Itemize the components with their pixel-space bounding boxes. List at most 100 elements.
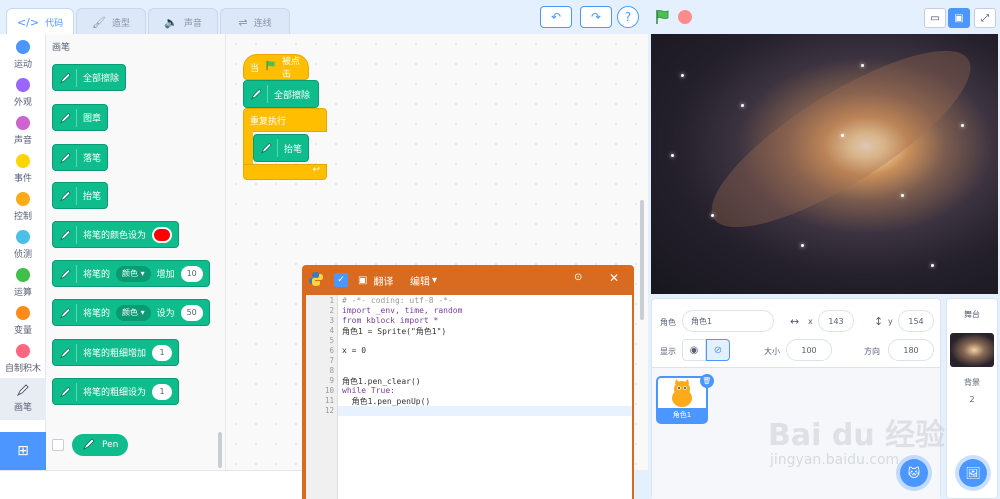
tab-connect[interactable]: ⇌ 连线 <box>220 8 290 35</box>
color-swatch[interactable] <box>152 226 173 243</box>
line-number: 3 <box>329 316 334 325</box>
star <box>961 124 964 127</box>
add-sprite-icon: 🐱 <box>907 466 921 480</box>
sync-checkbox[interactable]: ✓ <box>334 273 348 287</box>
direction-input[interactable]: 180 <box>888 339 934 361</box>
stage-canvas[interactable] <box>651 34 998 294</box>
stage-selector[interactable]: 舞台 背景 2 🖼 <box>946 298 998 499</box>
category-menu: 运动 外观 声音 事件 控制 侦测 运算 变量 自制积木 画笔 <box>0 34 46 432</box>
undo-button[interactable]: ↶ <box>540 6 572 28</box>
normal-stage-button[interactable]: ▣ <box>948 8 970 28</box>
palette-scrollbar[interactable] <box>218 432 222 468</box>
category-sensing[interactable]: 侦测 <box>0 226 46 264</box>
y-input[interactable]: 154 <box>898 310 934 332</box>
block-stamp[interactable]: 图章 <box>52 104 109 131</box>
show-button[interactable]: ◉ <box>682 339 706 361</box>
add-backdrop-button[interactable]: 🖼 <box>959 459 987 487</box>
backdrop-thumbnail[interactable] <box>950 333 994 367</box>
green-flag-button[interactable] <box>654 9 670 28</box>
category-control[interactable]: 控制 <box>0 188 46 226</box>
pen-icon <box>59 108 77 127</box>
tab-costumes[interactable]: 🖌 造型 <box>76 8 146 35</box>
category-my-blocks[interactable]: 自制积木 <box>0 340 46 378</box>
sprite-thumbnail[interactable]: 角色1 🗑 <box>656 374 714 424</box>
clear-block[interactable]: 全部擦除 <box>243 80 319 108</box>
help-button[interactable]: ? <box>617 6 639 28</box>
code-icon: </> <box>16 16 40 29</box>
code-editor[interactable]: 1 2 3 4 5 6 7 8 9 10 11 12 # -*- coding:… <box>306 295 632 499</box>
category-dot <box>16 192 30 206</box>
delete-sprite-button[interactable]: 🗑 <box>700 374 714 388</box>
small-stage-button[interactable]: ▭ <box>924 8 946 28</box>
pen-reporter[interactable]: Pen <box>72 434 129 456</box>
forever-block-arm <box>243 131 253 167</box>
translate-icon: ▣ <box>358 275 368 286</box>
category-label: 运动 <box>13 60 32 70</box>
reporter-checkbox[interactable] <box>52 439 64 451</box>
category-events[interactable]: 事件 <box>0 150 46 188</box>
category-pen[interactable]: 画笔 <box>0 378 46 420</box>
tab-sounds[interactable]: 🔈 声音 <box>148 8 218 35</box>
block-set-pen-size[interactable]: 将笔的粗细设为 1 <box>52 378 180 405</box>
edit-menu[interactable]: 编辑 ▾ <box>410 273 437 288</box>
block-pen-down[interactable]: 落笔 <box>52 144 109 171</box>
block-change-pen-param[interactable]: 将笔的 颜色 ▾ 增加 10 <box>52 260 210 287</box>
param-dropdown[interactable]: 颜色 ▾ <box>116 304 151 321</box>
category-looks[interactable]: 外观 <box>0 74 46 112</box>
number-input[interactable]: 50 <box>180 304 203 321</box>
add-backdrop-icon: 🖼 <box>965 466 981 480</box>
star <box>681 74 684 77</box>
block-set-pen-color[interactable]: 将笔的颜色设为 <box>52 221 180 248</box>
number-input[interactable]: 1 <box>152 344 173 361</box>
block-label: 将笔的 <box>83 270 111 280</box>
pen-up-block[interactable]: 抬笔 <box>253 134 309 162</box>
brush-icon: 🖌 <box>92 15 106 29</box>
category-label: 事件 <box>13 174 32 184</box>
block-set-pen-param[interactable]: 将笔的 颜色 ▾ 设为 50 <box>52 299 210 326</box>
add-extension-button[interactable]: ⊞ <box>0 432 46 470</box>
line-number: 9 <box>329 376 334 385</box>
category-dot <box>16 78 30 92</box>
undo-icon: ↶ <box>550 10 562 24</box>
script-scrollbar[interactable] <box>640 200 644 320</box>
block-label: 增加 <box>156 270 175 280</box>
block-label: 全部擦除 <box>274 90 311 101</box>
sprite-name-input[interactable]: 角色1 <box>682 310 774 332</box>
block-pen-up[interactable]: 抬笔 <box>52 182 109 209</box>
tab-code[interactable]: </> 代码 <box>6 8 74 36</box>
hide-button[interactable]: ⊘ <box>706 339 730 361</box>
pen-icon <box>260 139 278 157</box>
number-input[interactable]: 1 <box>152 383 173 400</box>
when-flag-clicked-block[interactable]: 当 被点击 <box>243 54 309 80</box>
close-button[interactable]: ✕ <box>609 271 619 285</box>
tab-label: 声音 <box>183 18 202 29</box>
pen-icon <box>250 85 268 103</box>
reporter-label: Pen <box>102 440 119 450</box>
translate-button[interactable]: ▣ 翻译 <box>358 273 393 288</box>
block-label: 将笔的粗细设为 <box>83 388 147 398</box>
category-motion[interactable]: 运动 <box>0 36 46 74</box>
block-label: 落笔 <box>83 154 102 164</box>
fullscreen-button[interactable]: ⤢ <box>974 8 996 28</box>
line-number: 5 <box>329 336 334 345</box>
add-sprite-button[interactable]: 🐱 <box>900 459 928 487</box>
category-sound[interactable]: 声音 <box>0 112 46 150</box>
block-change-pen-size[interactable]: 将笔的粗细增加 1 <box>52 339 180 366</box>
param-dropdown[interactable]: 颜色 ▾ <box>116 265 151 282</box>
size-input[interactable]: 100 <box>786 339 832 361</box>
forever-block[interactable]: 重复执行 <box>243 108 327 132</box>
category-label: 侦测 <box>13 250 32 260</box>
dropdown-value: 颜色 <box>122 269 139 278</box>
category-variables[interactable]: 变量 <box>0 302 46 340</box>
connect-icon: ⇌ <box>238 15 248 29</box>
number-input[interactable]: 10 <box>180 265 203 282</box>
stop-button[interactable] <box>678 10 692 24</box>
block-clear[interactable]: 全部擦除 <box>52 64 127 91</box>
category-operators[interactable]: 运算 <box>0 264 46 302</box>
bottom-bar <box>0 470 302 499</box>
redo-button[interactable]: ↷ <box>580 6 612 28</box>
x-input[interactable]: 143 <box>818 310 854 332</box>
run-button[interactable]: ⊙ <box>574 272 582 283</box>
edit-label: 编辑 <box>410 277 430 288</box>
play-icon: ⊙ <box>574 272 583 283</box>
